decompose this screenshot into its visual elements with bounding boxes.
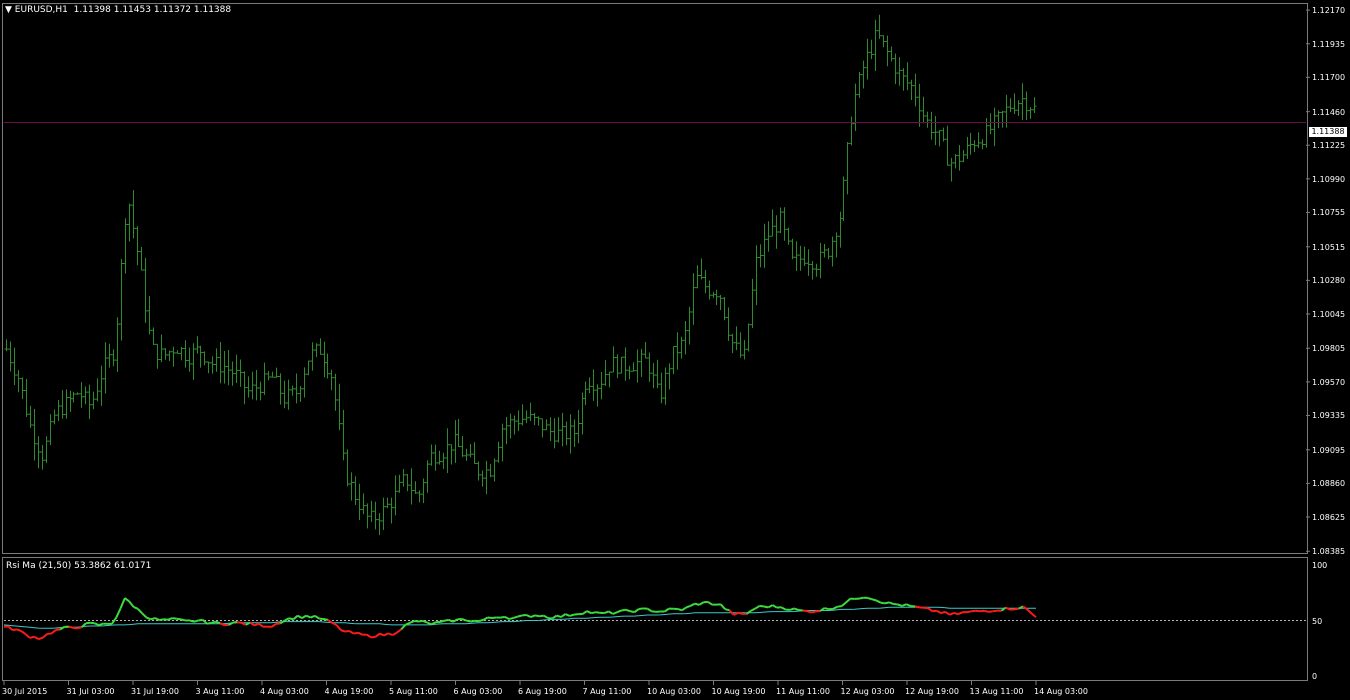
time-tick-label: 11 Aug 11:00 (776, 687, 830, 696)
time-tick-label: 12 Aug 19:00 (905, 687, 959, 696)
rsi-tick-label: 0 (1312, 672, 1318, 681)
price-tick-label: 1.11460 (1312, 107, 1346, 117)
price-tick-label: 1.09335 (1312, 411, 1346, 421)
time-tick-label: 6 Aug 19:00 (518, 687, 567, 696)
triangle-down-icon[interactable]: ▼ (5, 5, 12, 15)
rsi-tick-label: 50 (1312, 616, 1323, 626)
time-tick-label: 6 Aug 03:00 (453, 687, 503, 696)
price-tick-label: 1.10755 (1312, 208, 1346, 218)
time-tick-label: 4 Aug 19:00 (324, 687, 374, 696)
time-tick-label: 12 Aug 03:00 (840, 687, 895, 696)
time-tick-label: 7 Aug 11:00 (582, 687, 632, 696)
time-tick-label: 30 Jul 2015 (2, 687, 48, 696)
price-tick-label: 1.09805 (1312, 344, 1346, 354)
time-tick-label: 10 Aug 19:00 (711, 687, 766, 696)
time-tick-label: 31 Jul 03:00 (66, 687, 115, 696)
time-tick-label: 5 Aug 11:00 (389, 687, 438, 696)
time-tick-label: 31 Jul 19:00 (131, 687, 179, 696)
price-tick-label: 1.11935 (1312, 39, 1346, 49)
price-tick-label: 1.09570 (1312, 377, 1346, 387)
price-tick-label: 1.12170 (1312, 6, 1346, 16)
rsi-indicator-panel[interactable] (2, 557, 1308, 681)
price-tick-label: 1.08860 (1312, 479, 1346, 489)
indicator-label: Rsi Ma (21,50) 53.3862 61.0171 (6, 561, 152, 571)
time-tick-label: 3 Aug 11:00 (195, 687, 245, 696)
price-tick-label: 1.10515 (1312, 242, 1346, 252)
price-tick-label: 1.11700 (1312, 73, 1346, 83)
time-tick-label: 13 Aug 11:00 (969, 687, 1024, 696)
time-tick-label: 10 Aug 03:00 (647, 687, 701, 696)
price-tick-label: 1.10280 (1312, 276, 1346, 286)
price-tick-label: 1.08625 (1312, 512, 1346, 522)
symbol-label: EURUSD,H1 (14, 5, 68, 15)
price-tick-label: 1.08385 (1312, 547, 1346, 557)
price-tick-label: 1.10045 (1312, 309, 1346, 319)
price-tick-label: 1.10990 (1312, 174, 1346, 184)
time-tick-label: 14 Aug 03:00 (1034, 687, 1088, 696)
ohlc-readout: 1.11398 1.11453 1.11372 1.11388 (73, 5, 232, 15)
price-tick-label: 1.09095 (1312, 445, 1346, 455)
current-price-tag: 1.11388 (1309, 127, 1347, 137)
time-tick-label: 4 Aug 03:00 (260, 687, 309, 696)
chart-header: ▼ EURUSD,H1 1.11398 1.11453 1.11372 1.11… (5, 5, 231, 15)
rsi-tick-label: 100 (1312, 561, 1328, 570)
price-tick-label: 1.11225 (1312, 141, 1346, 151)
